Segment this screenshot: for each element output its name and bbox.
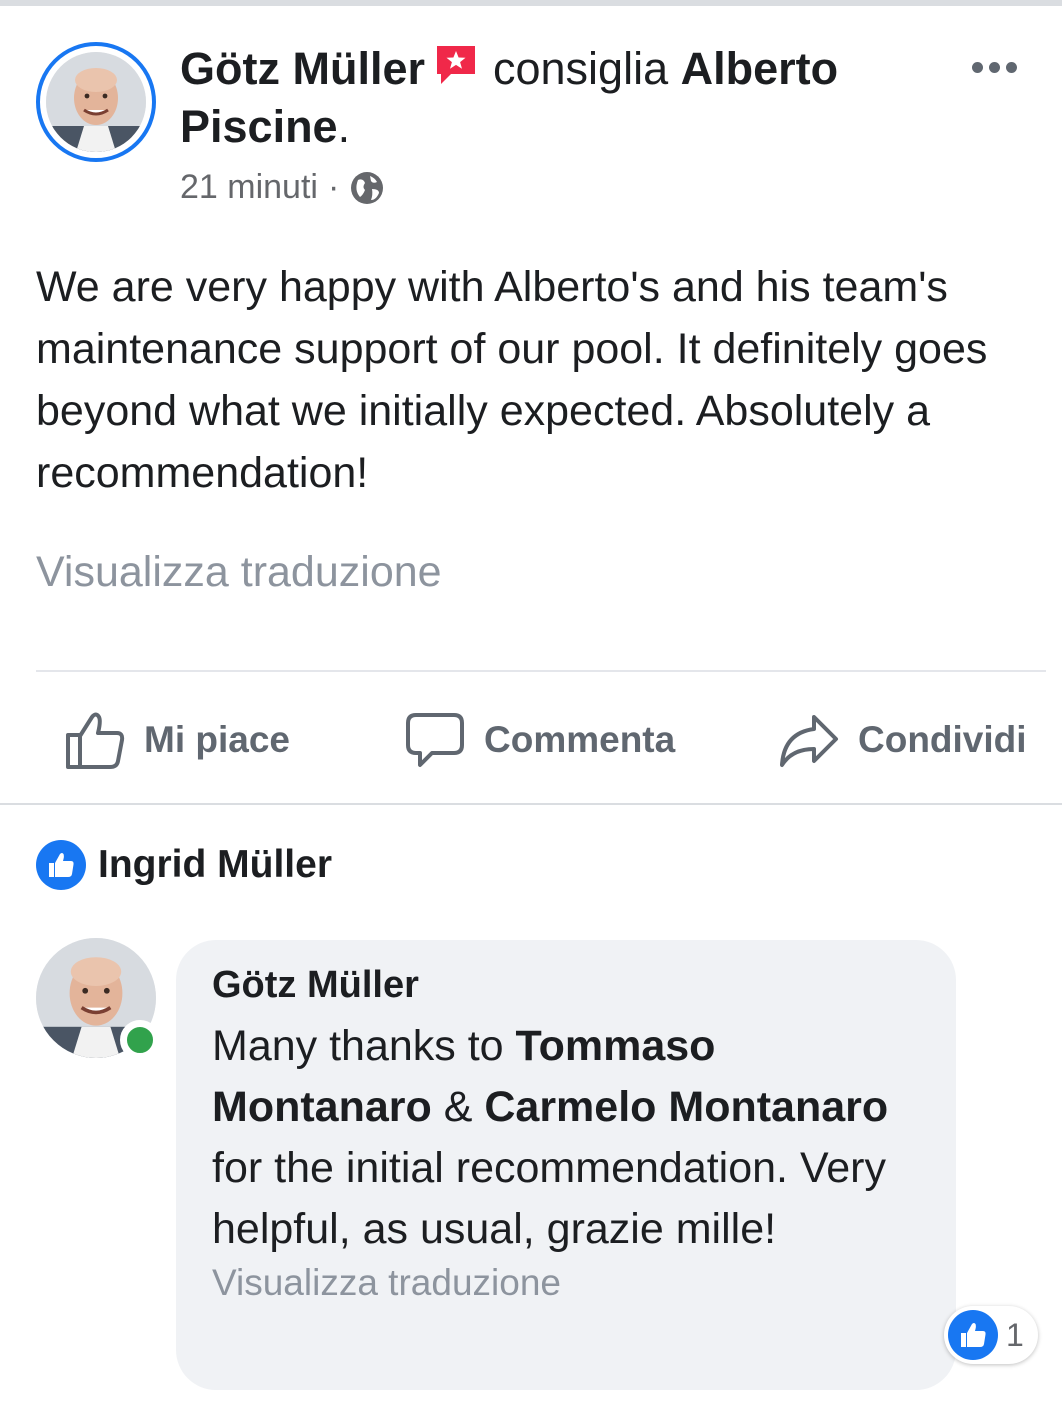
like-reaction-icon bbox=[948, 1310, 998, 1360]
see-translation-link[interactable]: Visualizza traduzione bbox=[36, 548, 442, 597]
comment-text-part: Many thanks to bbox=[212, 1022, 516, 1070]
author-name[interactable]: Götz Müller bbox=[180, 43, 425, 94]
meta-separator: · bbox=[327, 168, 340, 206]
comment-see-translation-link[interactable]: Visualizza traduzione bbox=[212, 1262, 920, 1304]
actions-divider-top bbox=[36, 670, 1046, 672]
share-label: Condividi bbox=[858, 719, 1027, 760]
post-text: We are very happy with Alberto's and his… bbox=[36, 263, 988, 497]
like-label: Mi piace bbox=[144, 719, 290, 760]
comment-button[interactable]: Commenta bbox=[404, 700, 675, 780]
like-button[interactable]: Mi piace bbox=[64, 700, 290, 780]
actions-divider-bottom bbox=[0, 803, 1062, 805]
reaction-count: 1 bbox=[1006, 1316, 1024, 1353]
page-name-suffix: . bbox=[337, 101, 351, 152]
recommend-verb: consiglia bbox=[493, 43, 669, 94]
top-divider bbox=[0, 0, 1062, 6]
comment-reactions[interactable]: 1 bbox=[944, 1306, 1038, 1364]
more-options-icon[interactable] bbox=[972, 56, 1028, 78]
comment-bubble-icon bbox=[406, 713, 464, 767]
mention-carmelo[interactable]: Carmelo Montanaro bbox=[484, 1083, 888, 1131]
comment-text-part: & bbox=[431, 1083, 485, 1131]
comment-author[interactable]: Götz Müller bbox=[212, 960, 920, 1010]
post-actions-bar: Mi piace Commenta Condividi bbox=[0, 700, 1062, 780]
globe-icon bbox=[349, 170, 385, 206]
likes-summary[interactable]: Ingrid Müller bbox=[36, 840, 332, 890]
share-arrow-icon bbox=[780, 715, 838, 767]
liker-name[interactable]: Ingrid Müller bbox=[98, 843, 332, 887]
post-meta: 21 minuti · bbox=[180, 168, 385, 207]
comment-bubble: Götz Müller Many thanks to Tommaso Monta… bbox=[176, 940, 956, 1390]
comment-text: Many thanks to Tommaso Montanaro & Carme… bbox=[212, 1016, 920, 1260]
author-avatar[interactable] bbox=[36, 42, 156, 162]
comment-label: Commenta bbox=[484, 719, 676, 760]
recommend-flag-icon bbox=[433, 44, 479, 88]
post-header: Götz Müller consiglia Alberto Piscine. bbox=[180, 40, 940, 156]
online-status-dot bbox=[120, 1020, 160, 1060]
like-reaction-icon bbox=[36, 840, 86, 890]
thumbs-up-outline-icon bbox=[66, 712, 125, 769]
comment-text-part: for the initial recommendation. Very hel… bbox=[212, 1144, 886, 1253]
share-button[interactable]: Condividi bbox=[778, 700, 1027, 780]
avatar-photo bbox=[46, 52, 146, 152]
post-timestamp[interactable]: 21 minuti bbox=[180, 168, 318, 207]
